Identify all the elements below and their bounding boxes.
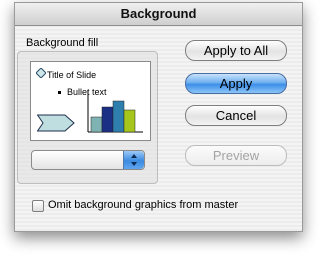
slide-preview: Title of Slide Bullet text <box>30 61 151 141</box>
popup-arrows-glyph <box>131 154 137 166</box>
arrow-shape-icon <box>37 114 75 132</box>
apply-button[interactable]: Apply <box>185 73 287 94</box>
apply-to-all-button[interactable]: Apply to All <box>185 40 287 61</box>
omit-background-label: Omit background graphics from master <box>48 199 239 211</box>
fill-popup-menu[interactable] <box>31 150 145 170</box>
cancel-button[interactable]: Cancel <box>185 105 287 126</box>
preview-bar <box>90 116 103 133</box>
preview-bar <box>101 106 114 133</box>
title-bar[interactable]: Background <box>15 3 302 26</box>
bullet-dot-icon <box>58 91 61 95</box>
preview-bar <box>112 100 125 133</box>
background-fill-label: Background fill <box>26 37 99 49</box>
preview-slide-title: Title of Slide <box>47 70 97 80</box>
up-down-arrows-icon[interactable] <box>123 151 144 169</box>
preview-bar <box>123 109 136 133</box>
bar-chart-icon <box>87 91 143 133</box>
preview-button[interactable]: Preview <box>185 145 287 166</box>
omit-background-checkbox[interactable] <box>32 200 44 212</box>
title-diamond-icon <box>36 68 46 78</box>
dialog-title: Background <box>120 6 197 21</box>
